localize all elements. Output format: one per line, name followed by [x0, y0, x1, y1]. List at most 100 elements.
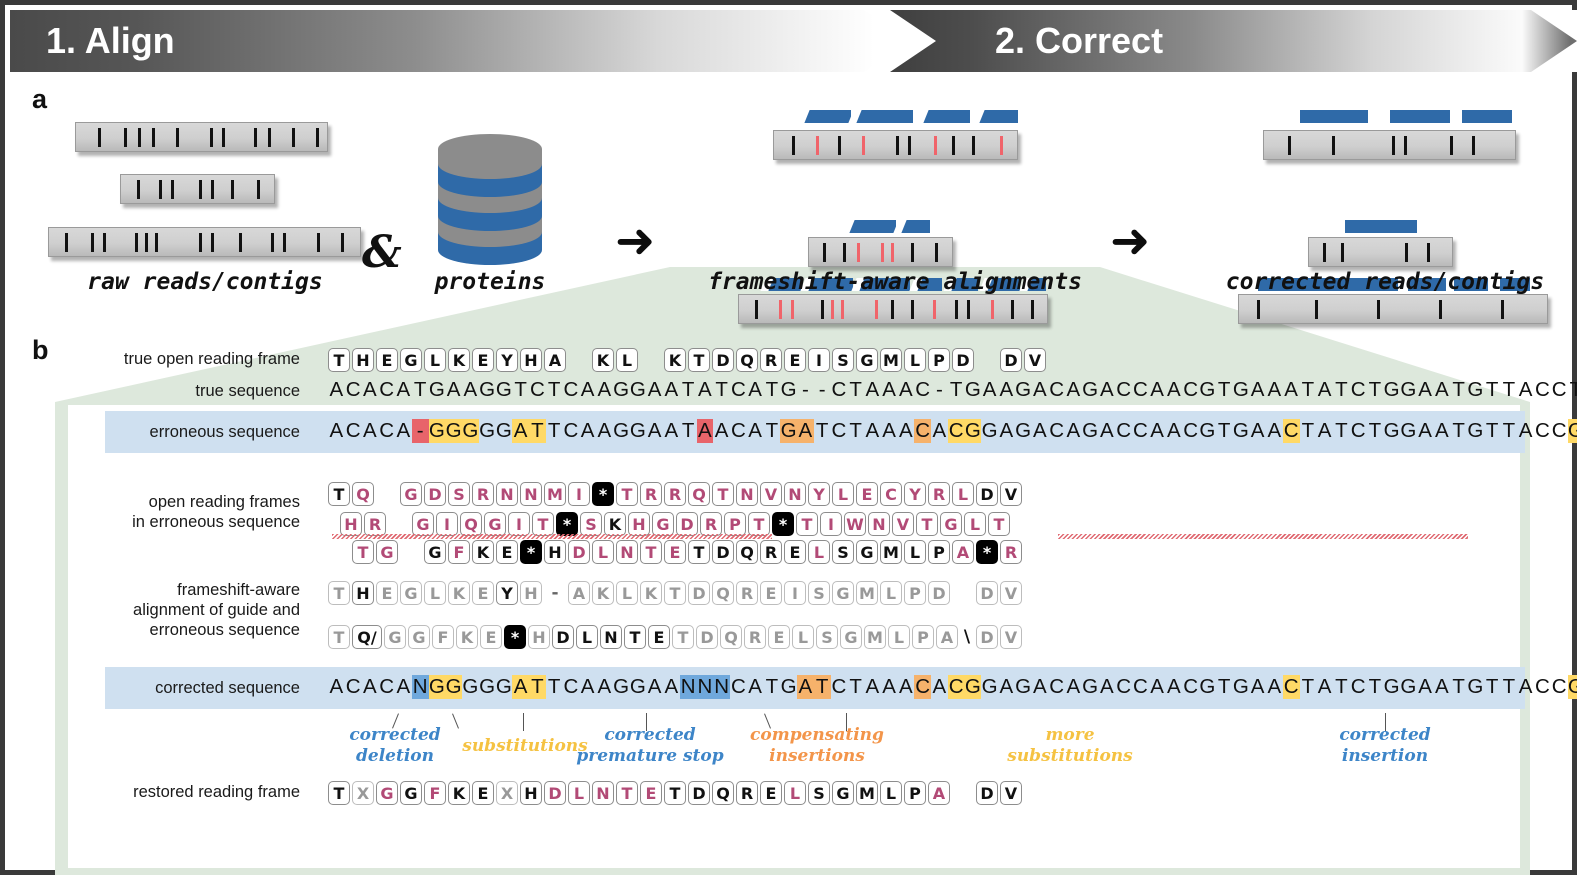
align-guide-residue: K — [640, 581, 662, 605]
row-alignment-guide: THEGLKEYH-AKLKTDQREISGMLPDDV — [328, 580, 1024, 606]
corrected-sequence-base: G — [629, 675, 646, 698]
align-query-residue: D — [976, 625, 998, 649]
erroneous-sequence-base: A — [1167, 419, 1181, 442]
orf-frame-2-residue: * — [772, 512, 794, 536]
true-sequence-base: A — [865, 378, 880, 401]
orf-frame-2-residue: V — [892, 512, 914, 536]
orf-frame-3-residue: D — [712, 540, 734, 564]
label-true-orf: true open reading frame — [123, 350, 300, 368]
true-orf-residue: T — [688, 348, 710, 372]
restored-residue: L — [568, 781, 590, 805]
restored-residue: D — [544, 781, 566, 805]
align-guide-residue: L — [616, 581, 638, 605]
true-sequence-base: C — [345, 378, 361, 401]
erroneous-sequence-base: A — [748, 419, 762, 442]
annotation-corrected-premature-stop: corrected premature stop — [550, 725, 750, 767]
orf-frame-2-residue: Q — [460, 512, 482, 536]
corrected-sequence-base: A — [1435, 675, 1449, 698]
orf-frame-1-residue: V — [760, 482, 782, 506]
align-guide-residue: G — [400, 581, 422, 605]
true-sequence-base: C — [563, 378, 579, 401]
orf-frame-1-residue: R — [664, 482, 686, 506]
true-orf-residue: S — [832, 348, 854, 372]
orf-frame-3-residue: T — [688, 540, 710, 564]
erroneous-sequence-base: A — [1418, 419, 1432, 442]
true-orf-residue: L — [904, 348, 926, 372]
true-sequence-base: G — [495, 378, 512, 401]
erroneous-sequence-base: A — [899, 419, 913, 442]
true-sequence-base: A — [1267, 378, 1282, 401]
annotation-line-2: insertions — [769, 746, 865, 766]
banner-step-2: 2. Correct — [890, 10, 1577, 72]
erroneous-sequence-base: A — [1518, 419, 1533, 442]
align-query-residue: V — [1000, 625, 1022, 649]
corrected-sequence-base: C — [1132, 675, 1148, 698]
align-query-residue: R — [744, 625, 766, 649]
restored-residue: S — [808, 781, 830, 805]
corrected-sequence-base: T — [547, 675, 561, 698]
corrected-sequence-base: C — [1350, 675, 1366, 698]
true-sequence-base: G — [1199, 378, 1216, 401]
orf-frame-2-residue: T — [796, 512, 818, 536]
corrected-sequence-base: A — [363, 675, 377, 698]
erroneous-sequence-base: C — [345, 419, 361, 442]
true-sequence-base: A — [1317, 378, 1332, 401]
true-sequence-base: G — [629, 378, 646, 401]
annotation-line-1: corrected — [604, 725, 696, 745]
raw-read-3 — [48, 227, 361, 257]
corrected-sequence-base: T — [765, 675, 779, 698]
align-query-residue: T — [328, 625, 350, 649]
erroneous-sequence-base: G — [629, 419, 646, 442]
true-sequence-base: - — [935, 378, 943, 401]
true-sequence-base: A — [396, 378, 411, 401]
annotation-compensating-insertions: compensating insertions — [722, 725, 912, 767]
orf-frame-3-residue: K — [472, 540, 494, 564]
true-orf-residue: E — [784, 348, 806, 372]
corrected-sequence-base: T — [813, 675, 831, 699]
align-guide-residue: I — [784, 581, 806, 605]
true-sequence-base: T — [413, 378, 427, 401]
true-sequence-base: G — [780, 378, 797, 401]
caption-corrected-reads: corrected reads/contigs — [1225, 269, 1545, 295]
align-guide-residue: Y — [496, 581, 518, 605]
erroneous-sequence-base: A — [396, 419, 411, 442]
label-orfs-erroneous-line1: open reading frames — [148, 493, 300, 511]
orf-frame-2-residue: N — [868, 512, 890, 536]
row-alignment-query: T Q/G G F K E * H D L N T E T D Q R E L S G M L P A \ D V — [328, 624, 1024, 650]
orf-frame-1-residue: S — [448, 482, 470, 506]
orf-frame-3-residue: D — [568, 540, 590, 564]
align-query-frameshift-mark: \ — [963, 627, 971, 647]
label-orfs-erroneous-line2: in erroneous sequence — [132, 513, 300, 531]
arrow-align-icon: ➜ — [615, 213, 656, 269]
align-query-residue: K — [456, 625, 478, 649]
true-orf-residue: G — [400, 348, 422, 372]
true-orf-residue: K — [448, 348, 470, 372]
true-sequence-base: T — [715, 378, 728, 401]
orf-frame-3-residue: N — [616, 540, 638, 564]
corrected-sequence-base: A — [1150, 675, 1164, 698]
orf-frame-3-residue: H — [544, 540, 566, 564]
true-sequence-base: - — [818, 378, 826, 401]
restored-residue: A — [928, 781, 950, 805]
corrected-sequence-base: T — [1217, 675, 1231, 698]
orf-frame-2-residue: T — [532, 512, 554, 536]
align-guide-residue: D — [688, 581, 710, 605]
corrected-sequence-base: A — [865, 675, 880, 698]
corrected-sequence-base: A — [597, 675, 612, 698]
orf-frame-1-residue: R — [472, 482, 494, 506]
erroneous-sequence-base: G — [479, 419, 496, 442]
erroneous-sequence-base: A — [1033, 419, 1047, 442]
orf-frame-1-residue: L — [952, 482, 974, 506]
true-orf-residue: L — [616, 348, 638, 372]
erroneous-sequence-base: G — [1015, 419, 1032, 442]
erroneous-sequence-base: A — [664, 419, 679, 442]
true-sequence-base: A — [882, 378, 896, 401]
corrected-sequence-base: G — [1467, 675, 1484, 698]
align-guide-residue: D — [928, 581, 950, 605]
corrected-sequence-base: C — [1183, 675, 1199, 698]
orf-frame-3-residue: * — [976, 540, 998, 564]
corrected-sequence-base: G — [1082, 675, 1099, 698]
erroneous-sequence-base: T — [1335, 419, 1348, 442]
align-query-residue: E — [480, 625, 502, 649]
restored-residue: M — [856, 781, 878, 805]
